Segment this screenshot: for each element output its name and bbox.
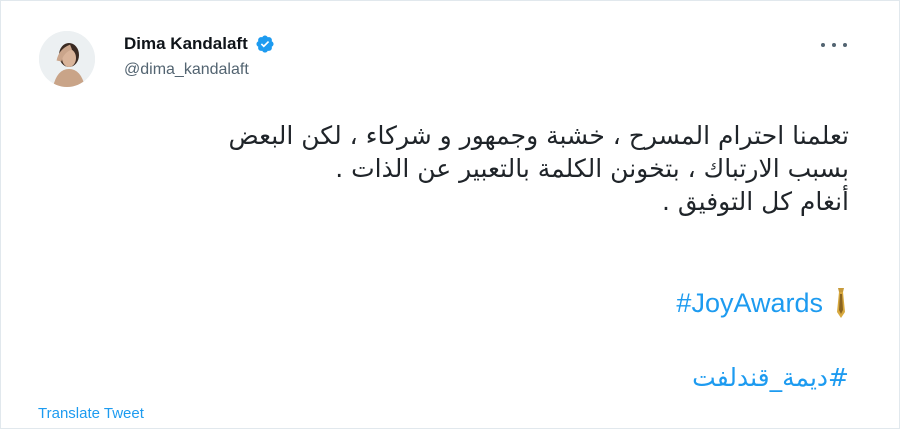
- more-horizontal-icon: [843, 43, 847, 47]
- verified-badge-icon: [256, 35, 274, 53]
- author-name-row: Dima Kandalaft: [124, 34, 275, 54]
- hashtag-joyawards-row: #JoyAwards: [676, 286, 849, 320]
- avatar-image: [39, 31, 95, 87]
- author-display-name[interactable]: Dima Kandalaft: [124, 34, 248, 54]
- more-horizontal-icon: [832, 43, 836, 47]
- tweet-text: تعلمنا احترام المسرح ، خشبة وجمهور و شرك…: [69, 119, 849, 218]
- tweet-text-line: أنغام كل التوفيق .: [661, 187, 849, 216]
- author-handle[interactable]: @dima_kandalaft: [124, 61, 249, 79]
- hashtag-joyawards[interactable]: #JoyAwards: [676, 288, 823, 319]
- translate-tweet-link[interactable]: Translate Tweet: [38, 405, 144, 422]
- more-horizontal-icon: [821, 43, 825, 47]
- tweet-text-line: تعلمنا احترام المسرح ، خشبة وجمهور و شرك…: [228, 121, 849, 150]
- tweet-text-line: بسبب الارتباك ، بتخونن الكلمة بالتعبير ع…: [335, 154, 849, 183]
- hashtag-dima-kandalaft[interactable]: #ديمة_قندلفت: [692, 363, 849, 392]
- avatar[interactable]: [39, 31, 95, 87]
- tweet-card: Dima Kandalaft @dima_kandalaft تعلمنا اح…: [0, 0, 900, 429]
- more-options-button[interactable]: [821, 37, 847, 53]
- trophy-tie-icon: [837, 288, 845, 318]
